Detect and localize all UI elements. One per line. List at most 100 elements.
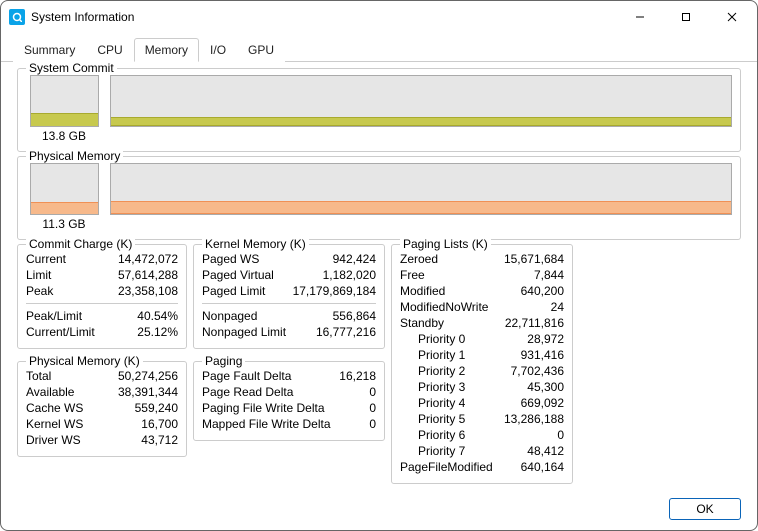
group-legend: Paging	[202, 354, 245, 368]
stat-row: Zeroed15,671,684	[400, 251, 564, 267]
commit-thumb	[30, 75, 99, 127]
stat-row: Mapped File Write Delta0	[202, 416, 376, 432]
graph-legend: System Commit	[26, 61, 117, 75]
tab-gpu[interactable]: GPU	[237, 38, 285, 62]
stat-label: Nonpaged Limit	[202, 324, 286, 340]
stat-row: Current/Limit25.12%	[26, 324, 178, 340]
tab-cpu[interactable]: CPU	[86, 38, 133, 62]
stat-label: Cache WS	[26, 400, 83, 416]
graph-physical-memory: Physical Memory 11.3 GB	[17, 156, 741, 240]
close-button[interactable]	[709, 1, 755, 33]
stat-value: 43,712	[141, 432, 178, 448]
stat-row: Priority 4669,092	[400, 395, 564, 411]
stat-label: Priority 5	[400, 411, 465, 427]
tab-summary[interactable]: Summary	[13, 38, 86, 62]
stat-label: Priority 7	[400, 443, 465, 459]
stat-row: Paged Virtual1,182,020	[202, 267, 376, 283]
group-legend: Kernel Memory (K)	[202, 237, 309, 251]
stat-row: ModifiedNoWrite 24	[400, 299, 564, 315]
stat-label: Priority 1	[400, 347, 465, 363]
stat-label: Standby	[400, 315, 444, 331]
stat-row: Priority 345,300	[400, 379, 564, 395]
graph-system-commit: System Commit 13.8 GB	[17, 68, 741, 152]
titlebar: System Information	[1, 1, 757, 33]
stat-label: Priority 2	[400, 363, 465, 379]
stat-value: 22,711,816	[505, 315, 564, 331]
stat-label: Page Read Delta	[202, 384, 293, 400]
stat-row: Standby 22,711,816	[400, 315, 564, 331]
stat-label: ModifiedNoWrite	[400, 299, 488, 315]
stat-row: Priority 028,972	[400, 331, 564, 347]
group-paging-lists: Paging Lists (K) Zeroed15,671,684Free7,8…	[391, 244, 573, 484]
stat-label: Paged Limit	[202, 283, 265, 299]
stat-label: Modified	[400, 283, 445, 299]
stat-row: Peak 23,358,108	[26, 283, 178, 299]
stat-value: 640,164	[521, 459, 564, 475]
stat-value: 38,391,344	[118, 384, 178, 400]
stat-label: Paged WS	[202, 251, 259, 267]
stat-value: 7,844	[534, 267, 564, 283]
phys-history-graph	[110, 163, 732, 215]
window: { "window": { "title": "System Informati…	[0, 0, 758, 531]
stat-label: Free	[400, 267, 425, 283]
maximize-button[interactable]	[663, 1, 709, 33]
stat-value: 50,274,256	[118, 368, 178, 384]
stat-value: 0	[369, 400, 376, 416]
stat-row: Paged Limit17,179,869,184	[202, 283, 376, 299]
stat-row: Current 14,472,072	[26, 251, 178, 267]
stat-row: Priority 513,286,188	[400, 411, 564, 427]
stat-label: Current/Limit	[26, 324, 95, 340]
stat-label: Mapped File Write Delta	[202, 416, 331, 432]
stat-label: Limit	[26, 267, 51, 283]
group-legend: Physical Memory (K)	[26, 354, 143, 368]
stat-value: 559,240	[135, 400, 178, 416]
tab-io[interactable]: I/O	[199, 38, 237, 62]
stat-label: Priority 3	[400, 379, 465, 395]
app-icon	[9, 9, 25, 25]
stat-label: Page Fault Delta	[202, 368, 291, 384]
stat-value: 556,864	[333, 308, 376, 324]
ok-button[interactable]: OK	[669, 498, 741, 520]
stat-row: Paged WS942,424	[202, 251, 376, 267]
stat-value: 931,416	[521, 347, 564, 363]
stat-row: Paging File Write Delta 0	[202, 400, 376, 416]
stat-label: Current	[26, 251, 66, 267]
minimize-button[interactable]	[617, 1, 663, 33]
stat-value: 669,092	[521, 395, 564, 411]
stat-label: Zeroed	[400, 251, 438, 267]
window-title: System Information	[31, 10, 617, 24]
stat-value: 24	[551, 299, 564, 315]
stat-label: Total	[26, 368, 51, 384]
stat-row: Nonpaged 556,864	[202, 308, 376, 324]
stat-row: Page Fault Delta 16,218	[202, 368, 376, 384]
stat-value: 640,200	[521, 283, 564, 299]
stat-row: Peak/Limit40.54%	[26, 308, 178, 324]
window-controls	[617, 1, 755, 33]
group-legend: Commit Charge (K)	[26, 237, 135, 251]
stat-label: Paging File Write Delta	[202, 400, 325, 416]
stat-row: Priority 1 931,416	[400, 347, 564, 363]
stat-value: 14,472,072	[118, 251, 178, 267]
stat-row: Driver WS 43,712	[26, 432, 178, 448]
stat-value: 23,358,108	[118, 283, 178, 299]
stat-label: Peak	[26, 283, 53, 299]
tab-content-memory: System Commit 13.8 GB Physical Memory 11…	[1, 62, 757, 498]
stat-row: Priority 60	[400, 427, 564, 443]
stat-value: 0	[557, 427, 564, 443]
stat-label: Driver WS	[26, 432, 81, 448]
tab-memory[interactable]: Memory	[134, 38, 199, 62]
phys-caption: 11.3 GB	[26, 217, 102, 231]
stat-row: Priority 27,702,436	[400, 363, 564, 379]
stat-value: 40.54%	[137, 308, 178, 324]
stat-label: Nonpaged	[202, 308, 257, 324]
dialog-footer: OK	[669, 498, 741, 520]
commit-caption: 13.8 GB	[26, 129, 102, 143]
graph-legend: Physical Memory	[26, 149, 123, 163]
stat-label: PageFileModified	[400, 459, 493, 475]
group-legend: Paging Lists (K)	[400, 237, 491, 251]
commit-history-graph	[110, 75, 732, 127]
stat-value: 28,972	[527, 331, 564, 347]
stat-value: 16,218	[339, 368, 376, 384]
stat-value: 1,182,020	[323, 267, 376, 283]
stat-row: Nonpaged Limit16,777,216	[202, 324, 376, 340]
